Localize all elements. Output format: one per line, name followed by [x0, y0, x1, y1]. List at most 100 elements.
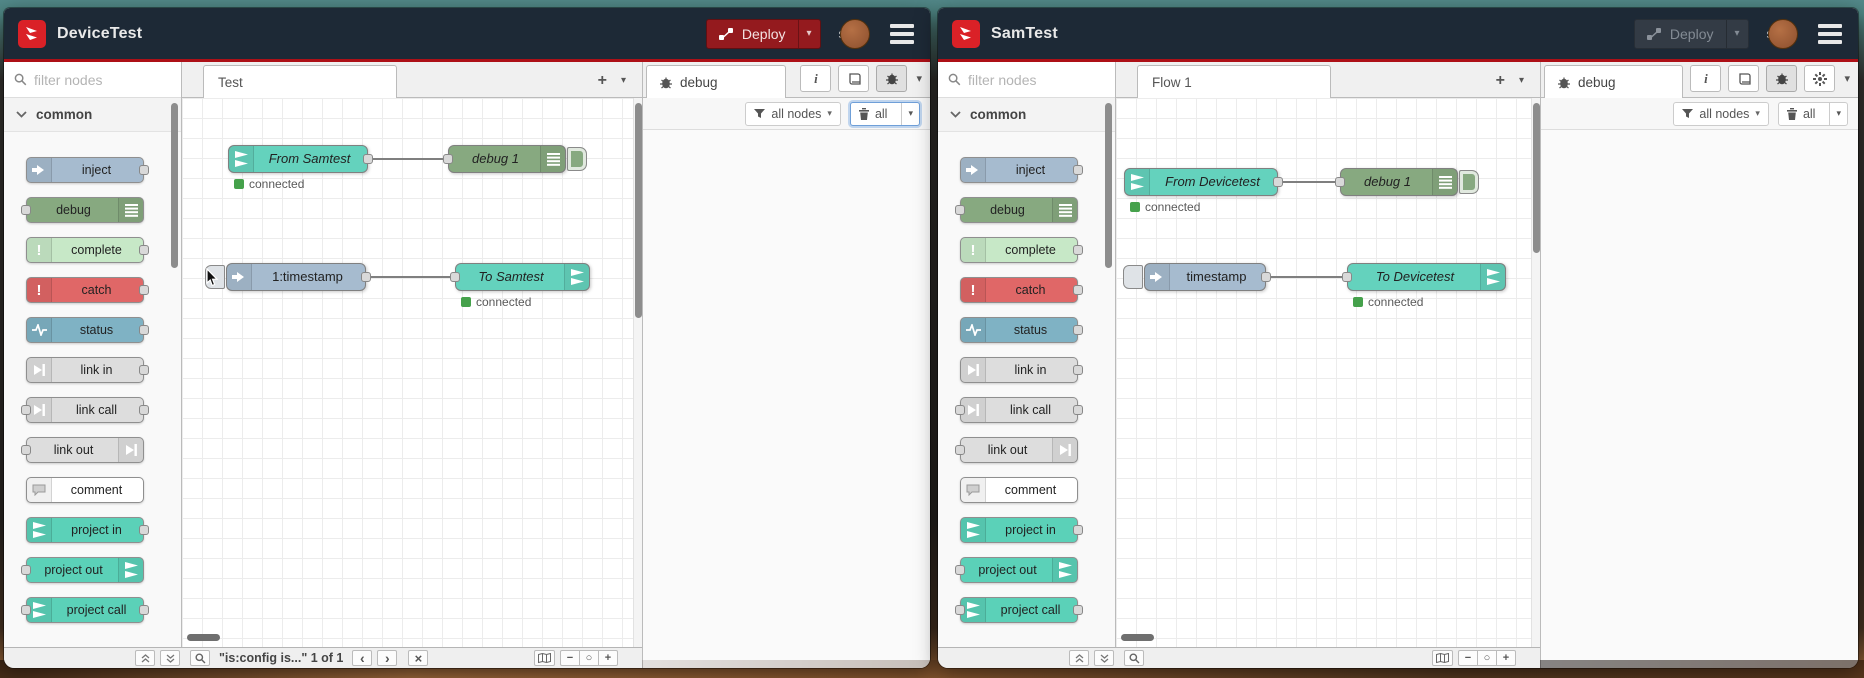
- palette-scrollbar[interactable]: [1105, 100, 1114, 645]
- inject-run-button[interactable]: [205, 265, 225, 289]
- zoom-reset-button[interactable]: [579, 650, 599, 666]
- sidebar-settings-button[interactable]: [1804, 65, 1836, 92]
- flow-node-From-Samtest[interactable]: From Samtest: [228, 145, 373, 173]
- palette-node-project-call[interactable]: project call: [21, 597, 149, 623]
- user-avatar[interactable]: [840, 18, 870, 49]
- input-port[interactable]: [955, 605, 965, 615]
- sidebar-menu-caret[interactable]: [1844, 72, 1850, 85]
- zoom-in-button[interactable]: [598, 650, 618, 666]
- debug-clear-caret[interactable]: [1829, 102, 1847, 125]
- deploy-options-caret[interactable]: [797, 19, 820, 48]
- palette-node-project-in[interactable]: project in: [960, 517, 1083, 543]
- palette-filter-input[interactable]: filter nodes: [4, 62, 181, 98]
- palette-node-catch[interactable]: catch: [960, 277, 1083, 303]
- input-port[interactable]: [21, 445, 31, 455]
- input-port[interactable]: [21, 205, 31, 215]
- output-port[interactable]: [1073, 365, 1083, 375]
- search-prev-button[interactable]: [352, 650, 373, 666]
- palette-node-project-in[interactable]: project in: [26, 517, 149, 543]
- flow-canvas[interactable]: From Devicetest connected debug 1 timestamp…: [1116, 98, 1531, 647]
- flow-node-timestamp[interactable]: timestamp: [1123, 263, 1271, 291]
- search-close-button[interactable]: [408, 650, 429, 666]
- main-menu-button[interactable]: [1816, 22, 1844, 46]
- flow-node-debug-1[interactable]: debug 1: [443, 145, 587, 173]
- palette-node-link-in[interactable]: link in: [960, 357, 1083, 383]
- sidebar-help-button[interactable]: [1728, 65, 1760, 92]
- flow-node-To-Devicetest[interactable]: To Devicetest: [1342, 263, 1506, 291]
- input-port[interactable]: [955, 405, 965, 415]
- output-port[interactable]: [139, 165, 149, 175]
- output-port[interactable]: [1073, 165, 1083, 175]
- palette-category-common[interactable]: common: [4, 98, 181, 132]
- palette-node-link-out[interactable]: link out: [955, 437, 1078, 463]
- sidebar-info-button[interactable]: i: [1690, 65, 1722, 92]
- output-port[interactable]: [1073, 245, 1083, 255]
- flow-canvas[interactable]: From Samtest connected debug 1 1:timestamp T…: [182, 98, 633, 647]
- palette-scrollbar[interactable]: [171, 100, 180, 645]
- palette-node-project-out[interactable]: project out: [21, 557, 144, 583]
- debug-clear-button[interactable]: all: [1777, 101, 1848, 126]
- navigator-button[interactable]: [1432, 650, 1453, 666]
- palette-node-link-call[interactable]: link call: [21, 397, 149, 423]
- deploy-options-caret[interactable]: [1725, 19, 1748, 48]
- main-menu-button[interactable]: [888, 22, 916, 46]
- palette-node-debug[interactable]: debug: [21, 197, 144, 223]
- zoom-reset-button[interactable]: [1477, 650, 1497, 666]
- palette-node-complete[interactable]: complete: [26, 237, 149, 263]
- sidebar-info-button[interactable]: i: [800, 65, 832, 92]
- output-port[interactable]: [139, 405, 149, 415]
- flow-node-1:timestamp[interactable]: 1:timestamp: [205, 263, 371, 291]
- input-port[interactable]: [955, 445, 965, 455]
- flow-list-caret[interactable]: [621, 76, 626, 86]
- sidebar-tab-debug[interactable]: debug: [646, 65, 786, 98]
- canvas-vscrollbar[interactable]: [633, 98, 642, 647]
- user-menu[interactable]: s: [839, 18, 870, 49]
- canvas-hscrollbar-thumb[interactable]: [187, 634, 220, 641]
- output-port[interactable]: [139, 245, 149, 255]
- sidebar-menu-caret[interactable]: [916, 72, 922, 85]
- canvas-hscrollbar-thumb[interactable]: [1121, 634, 1154, 641]
- output-port[interactable]: [139, 365, 149, 375]
- output-port[interactable]: [1073, 285, 1083, 295]
- debug-clear-button[interactable]: all: [849, 101, 920, 126]
- wire[interactable]: [370, 276, 451, 278]
- sidebar-debug-button[interactable]: [1766, 65, 1798, 92]
- input-port[interactable]: [955, 205, 965, 215]
- flow-node-From-Devicetest[interactable]: From Devicetest: [1124, 168, 1283, 196]
- output-port[interactable]: [1273, 177, 1283, 187]
- canvas-vscrollbar[interactable]: [1531, 98, 1540, 647]
- palette-node-status[interactable]: status: [26, 317, 149, 343]
- user-avatar[interactable]: [1768, 18, 1798, 49]
- workspace-tab[interactable]: Test: [203, 65, 397, 98]
- debug-clear-caret[interactable]: [901, 102, 919, 125]
- output-port[interactable]: [1073, 605, 1083, 615]
- output-port[interactable]: [139, 525, 149, 535]
- palette-filter-input[interactable]: filter nodes: [938, 62, 1115, 98]
- wire[interactable]: [1282, 181, 1336, 183]
- palette-node-inject[interactable]: inject: [26, 157, 149, 183]
- output-port[interactable]: [139, 605, 149, 615]
- flow-node-debug-1[interactable]: debug 1: [1335, 168, 1479, 196]
- palette-node-status[interactable]: status: [960, 317, 1083, 343]
- inject-run-button[interactable]: [1123, 265, 1143, 289]
- input-port[interactable]: [1335, 177, 1345, 187]
- input-port[interactable]: [21, 405, 31, 415]
- palette-node-complete[interactable]: complete: [960, 237, 1083, 263]
- wire[interactable]: [1270, 276, 1343, 278]
- palette-node-catch[interactable]: catch: [26, 277, 149, 303]
- palette-node-project-out[interactable]: project out: [955, 557, 1078, 583]
- input-port[interactable]: [1342, 272, 1352, 282]
- sidebar-tab-debug[interactable]: debug: [1544, 65, 1684, 98]
- flow-list-caret[interactable]: [1519, 76, 1524, 86]
- palette-node-inject[interactable]: inject: [960, 157, 1083, 183]
- output-port[interactable]: [361, 272, 371, 282]
- canvas-search-button[interactable]: [190, 650, 210, 666]
- output-port[interactable]: [139, 285, 149, 295]
- palette-node-comment[interactable]: comment: [26, 477, 144, 503]
- add-flow-button[interactable]: [598, 73, 607, 89]
- wire[interactable]: [372, 158, 444, 160]
- deploy-button[interactable]: Deploy: [1633, 18, 1749, 49]
- flow-node-To-Samtest[interactable]: To Samtest: [450, 263, 590, 291]
- palette-node-project-call[interactable]: project call: [955, 597, 1083, 623]
- zoom-out-button[interactable]: [1458, 650, 1478, 666]
